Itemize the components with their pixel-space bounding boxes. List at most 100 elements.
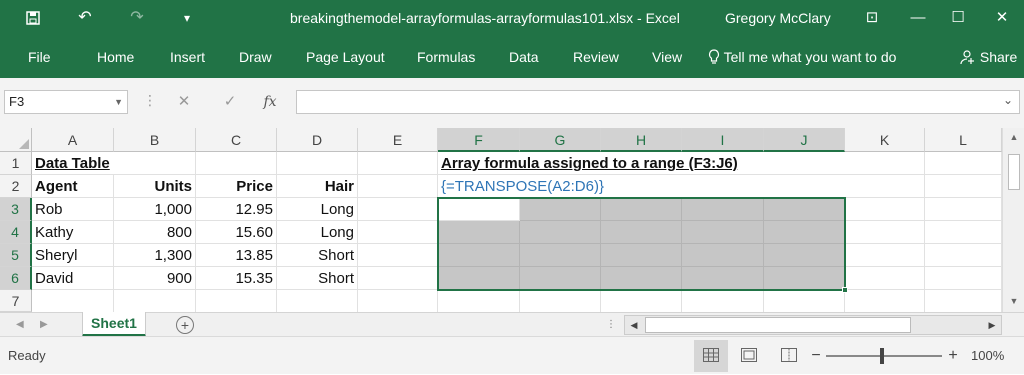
- cell-k7[interactable]: [845, 290, 925, 313]
- cell-l1[interactable]: [925, 152, 1002, 175]
- cell-i6[interactable]: [682, 267, 764, 290]
- vertical-scrollbar[interactable]: ▲ ▼: [1002, 128, 1024, 312]
- cell-d1[interactable]: [277, 152, 358, 175]
- cell-e4[interactable]: [358, 221, 438, 244]
- tell-me-box[interactable]: Tell me what you want to do: [708, 36, 896, 78]
- cell-g6[interactable]: [520, 267, 601, 290]
- cell-a7[interactable]: [32, 290, 114, 313]
- cell-k5[interactable]: [845, 244, 925, 267]
- cell-b2[interactable]: Units: [114, 175, 196, 198]
- column-header-d[interactable]: D: [277, 128, 358, 152]
- cell-d2[interactable]: Hair: [277, 175, 358, 198]
- row-header-2[interactable]: 2: [0, 175, 32, 198]
- column-header-b[interactable]: B: [114, 128, 196, 152]
- row-header-6[interactable]: 6: [0, 267, 32, 290]
- cell-k6[interactable]: [845, 267, 925, 290]
- cell-l2[interactable]: [925, 175, 1002, 198]
- cell-f6[interactable]: [438, 267, 520, 290]
- cell-h7[interactable]: [601, 290, 682, 313]
- close-icon[interactable]: ✕: [982, 0, 1022, 36]
- cell-c2[interactable]: Price: [196, 175, 277, 198]
- customize-quick-access-icon[interactable]: ▾: [172, 0, 202, 36]
- ribbon-display-icon[interactable]: ⊡: [852, 0, 892, 36]
- sheet-tab-sheet1[interactable]: Sheet1: [82, 312, 146, 337]
- cell-b3[interactable]: 1,000: [114, 198, 196, 221]
- cell-g5[interactable]: [520, 244, 601, 267]
- column-header-l[interactable]: L: [925, 128, 1002, 152]
- normal-view-icon[interactable]: [694, 340, 728, 372]
- column-header-g[interactable]: G: [520, 128, 601, 152]
- tab-review[interactable]: Review: [573, 36, 619, 78]
- formula-input[interactable]: ⌄: [296, 90, 1020, 114]
- cell-l4[interactable]: [925, 221, 1002, 244]
- cell-e2[interactable]: [358, 175, 438, 198]
- cell-c4[interactable]: 15.60: [196, 221, 277, 244]
- name-box[interactable]: F3 ▼: [4, 90, 128, 114]
- cell-b4[interactable]: 800: [114, 221, 196, 244]
- horizontal-scrollbar[interactable]: ◀ ▶: [624, 315, 1002, 335]
- scroll-sheets-right-icon[interactable]: ▶: [40, 313, 48, 337]
- tab-split-grip-icon[interactable]: ⋮: [606, 313, 616, 337]
- row-header-3[interactable]: 3: [0, 198, 32, 221]
- cell-j3[interactable]: [764, 198, 845, 221]
- column-header-h[interactable]: H: [601, 128, 682, 152]
- page-layout-view-icon[interactable]: [732, 340, 766, 372]
- cell-e5[interactable]: [358, 244, 438, 267]
- select-all-button[interactable]: [0, 128, 32, 152]
- enter-icon[interactable]: ✓: [218, 90, 242, 114]
- maximize-icon[interactable]: ☐: [938, 0, 978, 36]
- tab-insert[interactable]: Insert: [170, 36, 205, 78]
- row-header-1[interactable]: 1: [0, 152, 32, 175]
- column-header-f[interactable]: F: [438, 128, 520, 152]
- save-icon[interactable]: [18, 0, 48, 36]
- tab-file[interactable]: File: [28, 36, 51, 78]
- cell-a1[interactable]: Data Table: [32, 152, 114, 175]
- zoom-level[interactable]: 100%: [971, 337, 1004, 375]
- cell-h3[interactable]: [601, 198, 682, 221]
- cell-d6[interactable]: Short: [277, 267, 358, 290]
- column-header-c[interactable]: C: [196, 128, 277, 152]
- cell-j7[interactable]: [764, 290, 845, 313]
- cell-c5[interactable]: 13.85: [196, 244, 277, 267]
- cell-f7[interactable]: [438, 290, 520, 313]
- cell-k3[interactable]: [845, 198, 925, 221]
- cell-h4[interactable]: [601, 221, 682, 244]
- page-break-preview-icon[interactable]: [772, 340, 806, 372]
- user-name[interactable]: Gregory McClary: [725, 0, 831, 36]
- cell-e3[interactable]: [358, 198, 438, 221]
- cell-i4[interactable]: [682, 221, 764, 244]
- cell-d3[interactable]: Long: [277, 198, 358, 221]
- tab-draw[interactable]: Draw: [239, 36, 272, 78]
- cell-k1[interactable]: [845, 152, 925, 175]
- cell-j5[interactable]: [764, 244, 845, 267]
- cell-a3[interactable]: Rob: [32, 198, 114, 221]
- cell-e1[interactable]: [358, 152, 438, 175]
- cell-d7[interactable]: [277, 290, 358, 313]
- zoom-slider-handle[interactable]: [880, 348, 884, 364]
- horizontal-scroll-thumb[interactable]: [645, 317, 911, 333]
- cell-j4[interactable]: [764, 221, 845, 244]
- vertical-scroll-thumb[interactable]: [1008, 154, 1020, 190]
- chevron-down-icon[interactable]: ▼: [114, 91, 123, 113]
- add-sheet-button[interactable]: +: [176, 316, 194, 334]
- share-button[interactable]: Share: [960, 36, 1017, 78]
- cell-i7[interactable]: [682, 290, 764, 313]
- cell-f1[interactable]: Array formula assigned to a range (F3:J6…: [438, 152, 845, 175]
- cell-d5[interactable]: Short: [277, 244, 358, 267]
- cell-b6[interactable]: 900: [114, 267, 196, 290]
- cell-l7[interactable]: [925, 290, 1002, 313]
- cell-d4[interactable]: Long: [277, 221, 358, 244]
- cell-f2[interactable]: {=TRANSPOSE(A2:D6)}: [438, 175, 845, 198]
- undo-icon[interactable]: ↶: [70, 0, 100, 36]
- scroll-up-icon[interactable]: ▲: [1003, 132, 1024, 142]
- tab-page-layout[interactable]: Page Layout: [306, 36, 385, 78]
- cell-f5[interactable]: [438, 244, 520, 267]
- cell-k2[interactable]: [845, 175, 925, 198]
- cell-i3[interactable]: [682, 198, 764, 221]
- cell-j6[interactable]: [764, 267, 845, 290]
- row-header-4[interactable]: 4: [0, 221, 32, 244]
- expand-formula-bar-icon[interactable]: ⌄: [1003, 93, 1013, 107]
- row-header-5[interactable]: 5: [0, 244, 32, 267]
- scroll-right-icon[interactable]: ▶: [983, 316, 1001, 334]
- redo-icon[interactable]: ↷: [122, 0, 152, 36]
